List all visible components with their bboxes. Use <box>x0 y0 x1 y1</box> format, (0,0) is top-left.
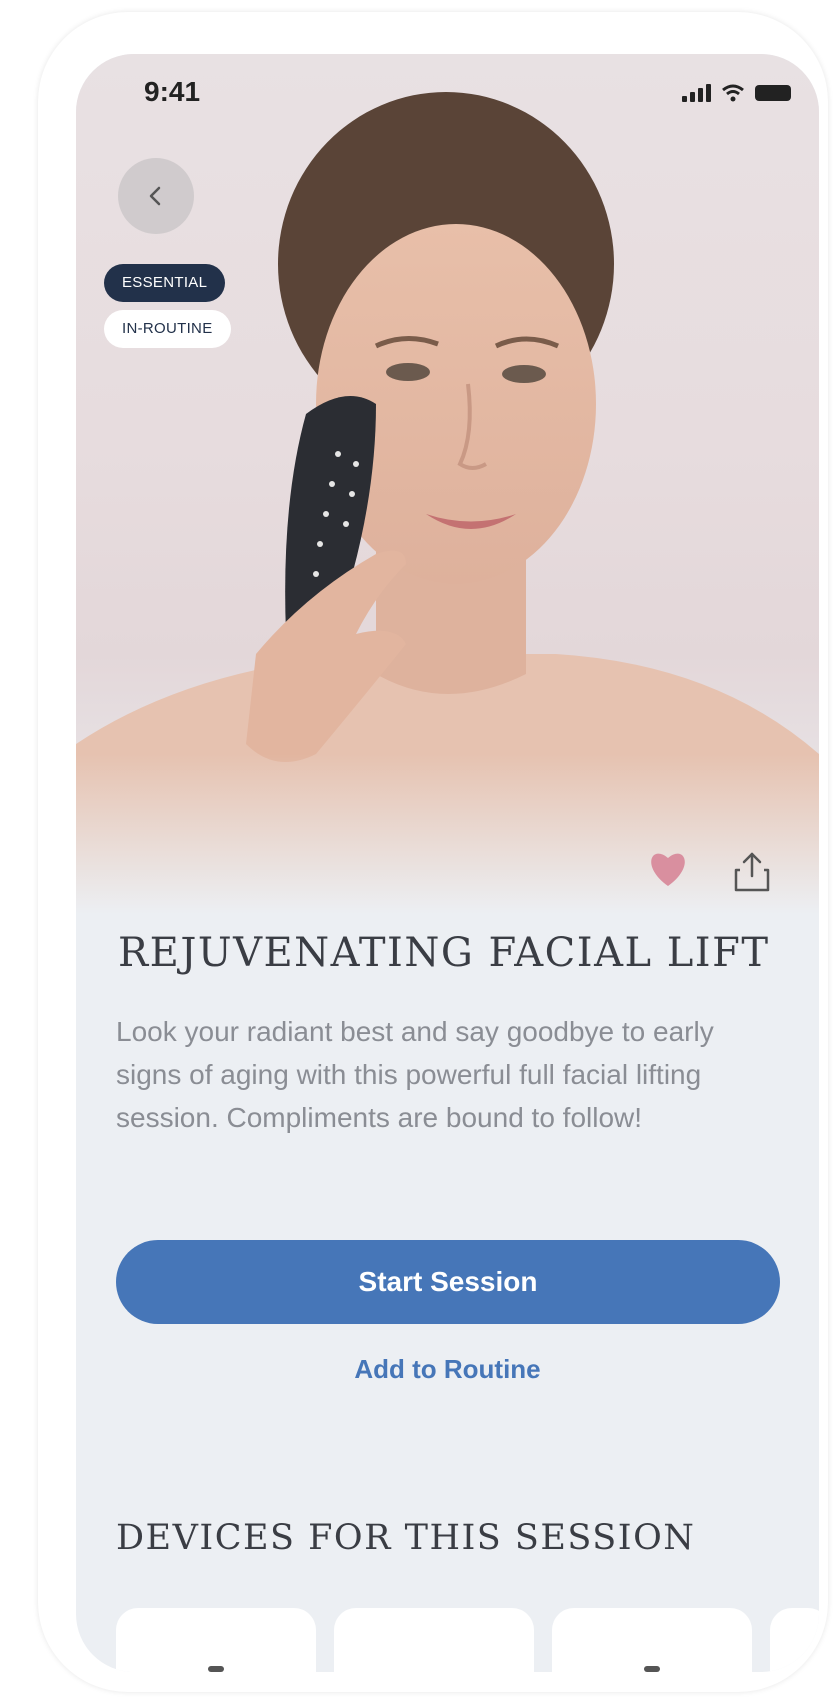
devices-section-title: DEVICES FOR THIS SESSION <box>116 1518 696 1558</box>
back-button[interactable] <box>118 158 194 234</box>
in-routine-badge: IN-ROUTINE <box>104 310 231 348</box>
device-card[interactable] <box>770 1608 819 1672</box>
device-thumbnail <box>644 1666 660 1672</box>
share-icon[interactable] <box>732 850 772 894</box>
device-card[interactable] <box>552 1608 752 1672</box>
status-bar: 9:41 <box>76 54 819 124</box>
status-icons <box>682 84 791 102</box>
heart-icon[interactable] <box>646 848 690 888</box>
status-time: 9:41 <box>144 76 201 107</box>
session-description: Look your radiant best and say goodbye t… <box>116 1016 714 1133</box>
session-title: REJUVENATING FACIAL LIFT <box>118 930 770 976</box>
chevron-left-icon <box>149 186 161 206</box>
session-detail-screen: 9:41 ESSENTIAL IN-ROUTINE REJUVENATING F… <box>76 54 819 1672</box>
device-thumbnail <box>208 1666 224 1672</box>
signal-icon <box>682 84 711 102</box>
device-card[interactable] <box>116 1608 316 1672</box>
essential-badge: ESSENTIAL <box>104 264 226 302</box>
wifi-icon <box>722 84 744 102</box>
add-to-routine-link[interactable]: Add to Routine <box>76 1354 819 1385</box>
device-card[interactable] <box>334 1608 534 1672</box>
battery-icon <box>755 85 791 101</box>
start-session-button[interactable]: Start Session <box>116 1240 780 1324</box>
